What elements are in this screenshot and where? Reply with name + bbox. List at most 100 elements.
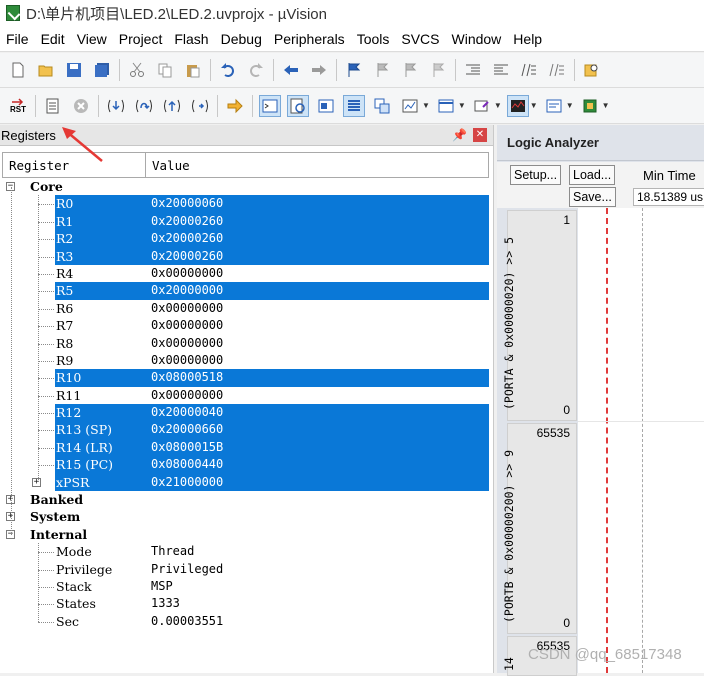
step-into-icon[interactable] bbox=[105, 95, 127, 117]
register-row[interactable]: R14 (LR) 0x0800015B bbox=[2, 438, 489, 457]
unindent-icon[interactable] bbox=[490, 59, 512, 81]
register-row[interactable]: R8 0x00000000 bbox=[2, 335, 489, 352]
comment-icon[interactable] bbox=[518, 59, 540, 81]
bookmark-next-icon[interactable] bbox=[399, 59, 421, 81]
menu-debug[interactable]: Debug bbox=[215, 31, 268, 47]
trace-window-icon[interactable] bbox=[543, 95, 565, 117]
internal-row[interactable]: Stack MSP bbox=[2, 578, 489, 595]
register-row[interactable]: R5 0x20000000 bbox=[2, 282, 489, 300]
command-window-icon[interactable] bbox=[259, 94, 281, 117]
stop-icon[interactable] bbox=[70, 95, 92, 117]
register-row[interactable]: R0 0x20000060 bbox=[2, 195, 489, 213]
register-row[interactable]: R10 0x08000518 bbox=[2, 369, 489, 387]
register-row[interactable]: R11 0x00000000 bbox=[2, 387, 489, 404]
expand-icon[interactable]: + bbox=[32, 477, 41, 487]
bookmark-clear-icon[interactable] bbox=[427, 59, 449, 81]
run-icon[interactable] bbox=[42, 95, 64, 117]
row-highlight bbox=[55, 247, 489, 265]
chevron-down-icon[interactable]: ▼ bbox=[566, 101, 574, 110]
group-banked[interactable]: + Banked bbox=[2, 491, 489, 508]
setup-button[interactable]: Setup... bbox=[510, 165, 562, 185]
register-row[interactable]: R4 0x00000000 bbox=[2, 265, 489, 282]
register-name: R6 bbox=[56, 300, 74, 316]
load-button[interactable]: Load... bbox=[569, 165, 616, 185]
internal-row[interactable]: Sec 0.00003551 bbox=[2, 613, 489, 630]
waveform-area[interactable] bbox=[578, 208, 704, 673]
reset-icon[interactable]: RST bbox=[7, 95, 29, 117]
internal-row[interactable]: Mode Thread bbox=[2, 543, 489, 560]
register-row[interactable]: R12 0x20000040 bbox=[2, 404, 489, 422]
chevron-down-icon[interactable]: ▼ bbox=[458, 101, 466, 110]
new-file-icon[interactable] bbox=[7, 59, 29, 81]
memory-window-icon[interactable] bbox=[435, 95, 457, 117]
group-system[interactable]: + System bbox=[2, 508, 489, 525]
bookmark-prev-icon[interactable] bbox=[371, 59, 393, 81]
close-icon[interactable]: ✕ bbox=[473, 128, 487, 142]
pin-icon[interactable]: 📌 bbox=[452, 128, 467, 142]
undo-icon[interactable] bbox=[217, 59, 239, 81]
signal-row-portb[interactable]: 65535 (PORTB & 0x00000200) >> 9 0 bbox=[502, 423, 577, 634]
internal-row[interactable]: Privilege Privileged bbox=[2, 561, 489, 578]
nav-back-icon[interactable] bbox=[280, 59, 302, 81]
column-header-value[interactable]: Value bbox=[146, 153, 488, 177]
register-row[interactable]: R2 0x20000260 bbox=[2, 230, 489, 248]
register-row[interactable]: R1 0x20000260 bbox=[2, 212, 489, 231]
nav-forward-icon[interactable] bbox=[308, 59, 330, 81]
run-to-cursor-icon[interactable] bbox=[189, 95, 211, 117]
registers-window-icon[interactable] bbox=[343, 94, 365, 117]
register-row[interactable]: R15 (PC) 0x08000440 bbox=[2, 456, 489, 474]
menu-flash[interactable]: Flash bbox=[168, 31, 214, 47]
group-core[interactable]: − Core bbox=[2, 178, 489, 195]
internal-row[interactable]: States 1333 bbox=[2, 595, 489, 612]
register-name: R13 (SP) bbox=[56, 422, 113, 438]
paste-icon[interactable] bbox=[182, 59, 204, 81]
chevron-down-icon[interactable]: ▼ bbox=[422, 101, 430, 110]
bookmark-icon[interactable] bbox=[343, 59, 365, 81]
symbols-window-icon[interactable] bbox=[315, 95, 337, 117]
save-all-icon[interactable] bbox=[91, 59, 113, 81]
chevron-down-icon[interactable]: ▼ bbox=[602, 101, 610, 110]
menu-svcs[interactable]: SVCS bbox=[395, 31, 445, 47]
registers-pane-title: Registers bbox=[1, 127, 56, 143]
register-row[interactable]: R13 (SP) 0x20000660 bbox=[2, 421, 489, 439]
file-toolbar bbox=[0, 53, 704, 88]
show-next-statement-icon[interactable] bbox=[224, 95, 246, 117]
find-in-files-icon[interactable] bbox=[581, 59, 603, 81]
register-row[interactable]: R7 0x00000000 bbox=[2, 317, 489, 334]
menu-file[interactable]: File bbox=[0, 31, 35, 47]
step-out-icon[interactable] bbox=[161, 95, 183, 117]
open-file-icon[interactable] bbox=[35, 59, 57, 81]
analysis-window-icon[interactable] bbox=[506, 94, 529, 117]
menu-peripherals[interactable]: Peripherals bbox=[268, 31, 351, 47]
indent-icon[interactable] bbox=[462, 59, 484, 81]
copy-icon[interactable] bbox=[154, 59, 176, 81]
disassembly-window-icon[interactable] bbox=[287, 94, 309, 117]
redo-icon[interactable] bbox=[245, 59, 267, 81]
chevron-down-icon[interactable]: ▼ bbox=[494, 101, 502, 110]
menu-tools[interactable]: Tools bbox=[351, 31, 396, 47]
tree-connector bbox=[38, 256, 54, 258]
call-stack-icon[interactable] bbox=[371, 95, 393, 117]
system-viewer-icon[interactable] bbox=[579, 95, 601, 117]
save-icon[interactable] bbox=[63, 59, 85, 81]
column-header-register[interactable]: Register bbox=[3, 153, 146, 177]
chevron-down-icon[interactable]: ▼ bbox=[530, 101, 538, 110]
row-highlight bbox=[55, 317, 489, 334]
step-over-icon[interactable] bbox=[133, 95, 155, 117]
register-row[interactable]: + xPSR 0x21000000 bbox=[2, 473, 489, 492]
menu-edit[interactable]: Edit bbox=[35, 31, 71, 47]
register-row[interactable]: R3 0x20000260 bbox=[2, 247, 489, 265]
save-button[interactable]: Save... bbox=[569, 187, 616, 207]
menu-view[interactable]: View bbox=[71, 31, 113, 47]
menu-project[interactable]: Project bbox=[113, 31, 169, 47]
cut-icon[interactable] bbox=[126, 59, 148, 81]
menu-help[interactable]: Help bbox=[507, 31, 548, 47]
serial-window-icon[interactable] bbox=[471, 95, 493, 117]
signal-row-porta[interactable]: 1 (PORTA & 0x00000020) >> 5 0 bbox=[502, 210, 577, 421]
watch-window-icon[interactable] bbox=[399, 95, 421, 117]
group-internal[interactable]: − Internal bbox=[2, 526, 489, 543]
register-row[interactable]: R6 0x00000000 bbox=[2, 300, 489, 317]
uncomment-icon[interactable] bbox=[546, 59, 568, 81]
register-row[interactable]: R9 0x00000000 bbox=[2, 352, 489, 369]
menu-window[interactable]: Window bbox=[446, 31, 508, 47]
